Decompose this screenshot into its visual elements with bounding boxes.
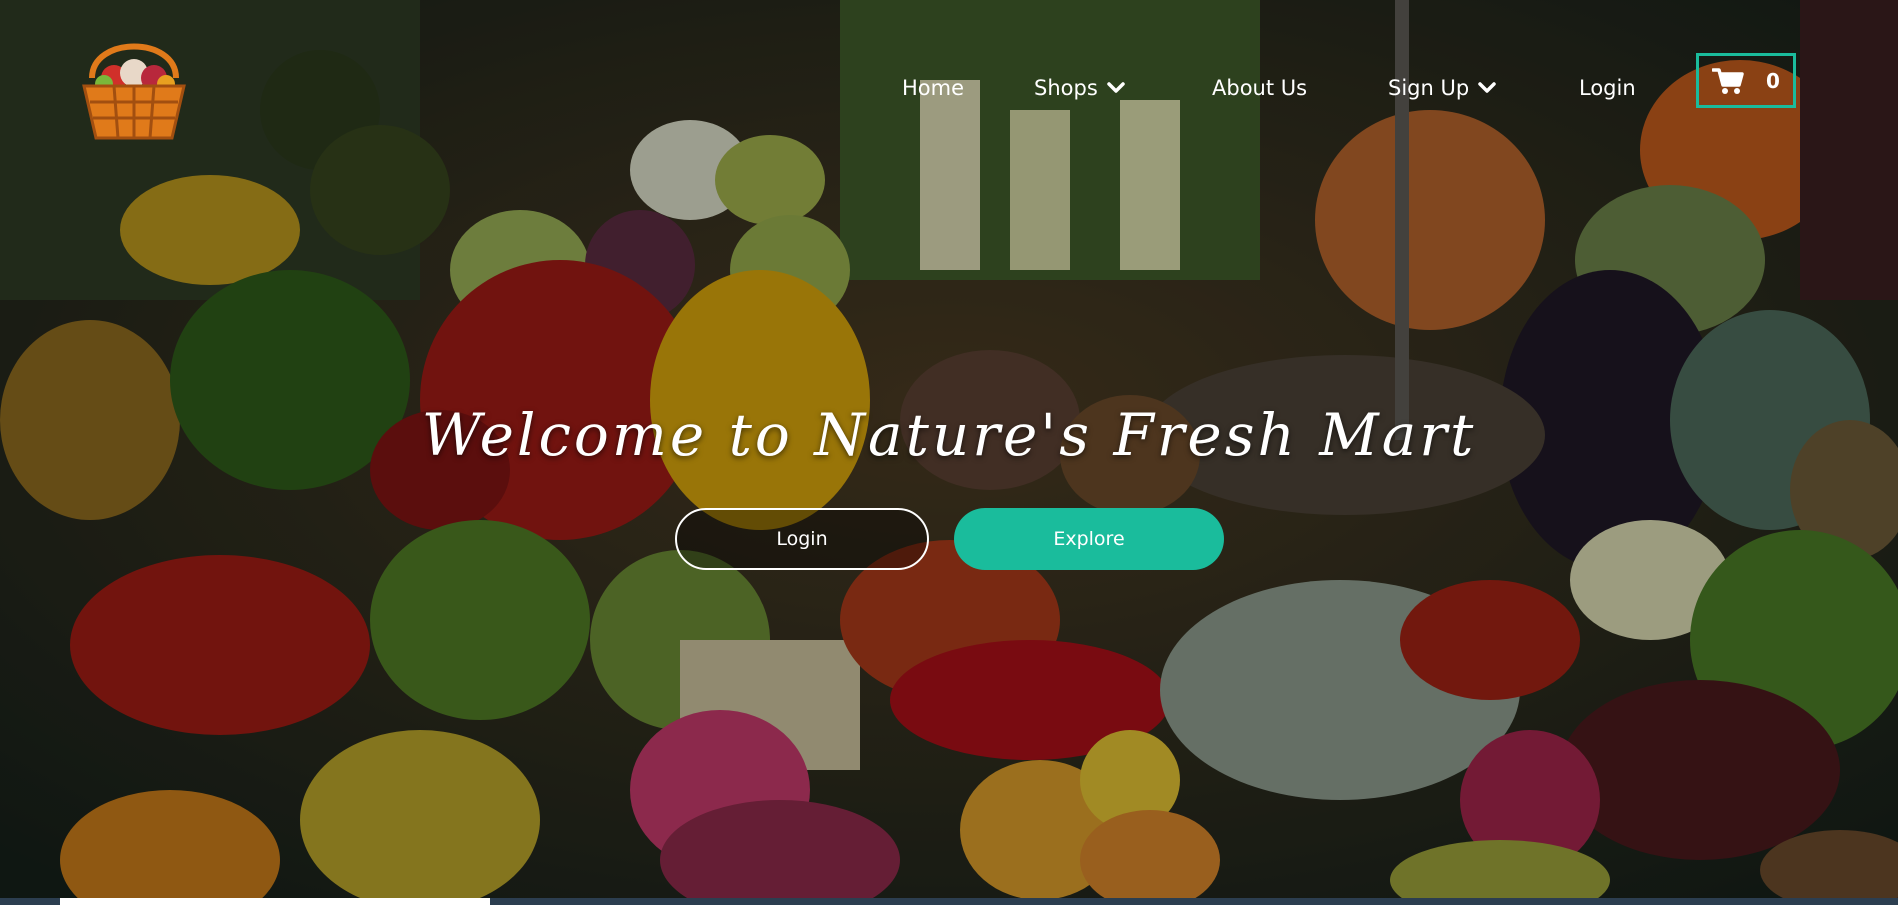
nav-signup-dropdown[interactable]: Sign Up	[1388, 76, 1497, 100]
hero-section: Home Shops About Us Sign Up Login 0 Welc…	[0, 0, 1898, 905]
hero-explore-button[interactable]: Explore	[954, 508, 1224, 570]
nav-shops-dropdown[interactable]: Shops	[1034, 76, 1126, 100]
nav-home-link[interactable]: Home	[902, 76, 964, 100]
basket-logo-icon[interactable]	[74, 26, 194, 148]
bottom-progress-fill	[60, 898, 490, 905]
nav-about-label: About Us	[1212, 76, 1308, 100]
bottom-progress-bar	[0, 898, 1898, 905]
hero-explore-label: Explore	[1053, 528, 1125, 550]
cart-icon	[1712, 67, 1744, 94]
chevron-down-icon	[1107, 82, 1125, 93]
hero-login-label: Login	[776, 528, 828, 550]
nav-login-label: Login	[1579, 76, 1636, 100]
nav-login-link[interactable]: Login	[1579, 76, 1636, 100]
nav-shops-label: Shops	[1034, 76, 1098, 100]
hero-headline: Welcome to Nature's Fresh Mart	[421, 401, 1477, 469]
cart-count: 0	[1766, 68, 1780, 93]
nav-home-label: Home	[902, 76, 965, 100]
nav-signup-label: Sign Up	[1388, 76, 1470, 100]
cart-button[interactable]: 0	[1696, 53, 1796, 108]
chevron-down-icon	[1478, 82, 1496, 93]
hero-login-button[interactable]: Login	[675, 508, 929, 570]
nav-about-link[interactable]: About Us	[1212, 76, 1307, 100]
